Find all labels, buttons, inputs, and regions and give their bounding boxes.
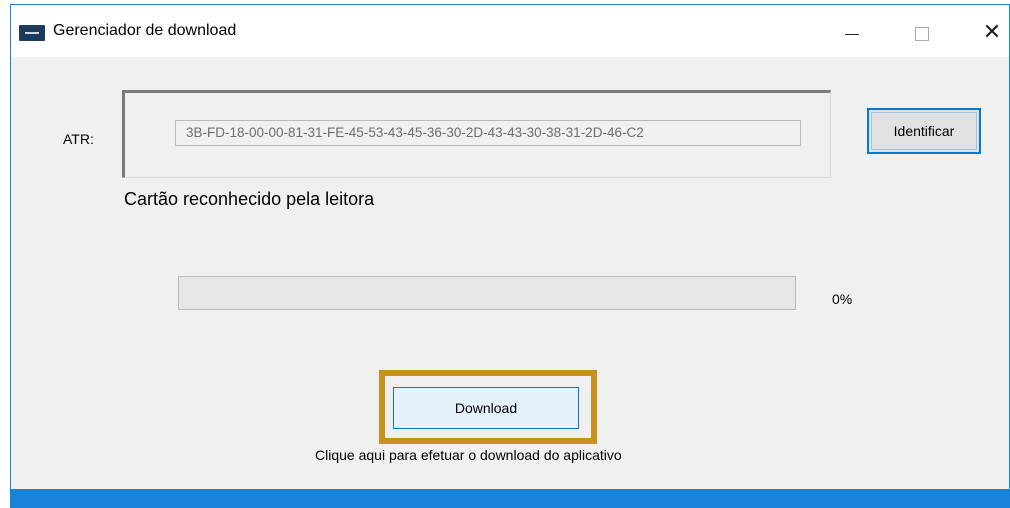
atr-label: ATR: (63, 131, 94, 147)
download-manager-window: Gerenciador de download ✕ ATR: 3B-FD-18-… (10, 4, 1010, 508)
download-hint-text: Clique aqui para efetuar o download do a… (315, 447, 622, 463)
window-title: Gerenciador de download (53, 22, 237, 39)
title-bar[interactable]: Gerenciador de download ✕ (11, 5, 1009, 57)
identify-button[interactable]: Identificar (867, 108, 981, 154)
minimize-icon (845, 33, 859, 35)
close-button[interactable]: ✕ (969, 5, 1009, 57)
maximize-button[interactable] (899, 5, 945, 57)
close-icon: ✕ (982, 20, 1002, 45)
app-icon (19, 25, 45, 41)
progress-percent: 0% (832, 291, 853, 307)
atr-field[interactable]: 3B-FD-18-00-00-81-31-FE-45-53-43-45-36-3… (175, 120, 801, 146)
download-progress-bar (178, 276, 796, 310)
maximize-icon (915, 27, 929, 41)
minimize-button[interactable] (829, 5, 875, 57)
bottom-accent-bar (11, 489, 1009, 508)
card-status-text: Cartão reconhecido pela leitora (124, 189, 375, 209)
download-button[interactable]: Download (393, 387, 579, 429)
